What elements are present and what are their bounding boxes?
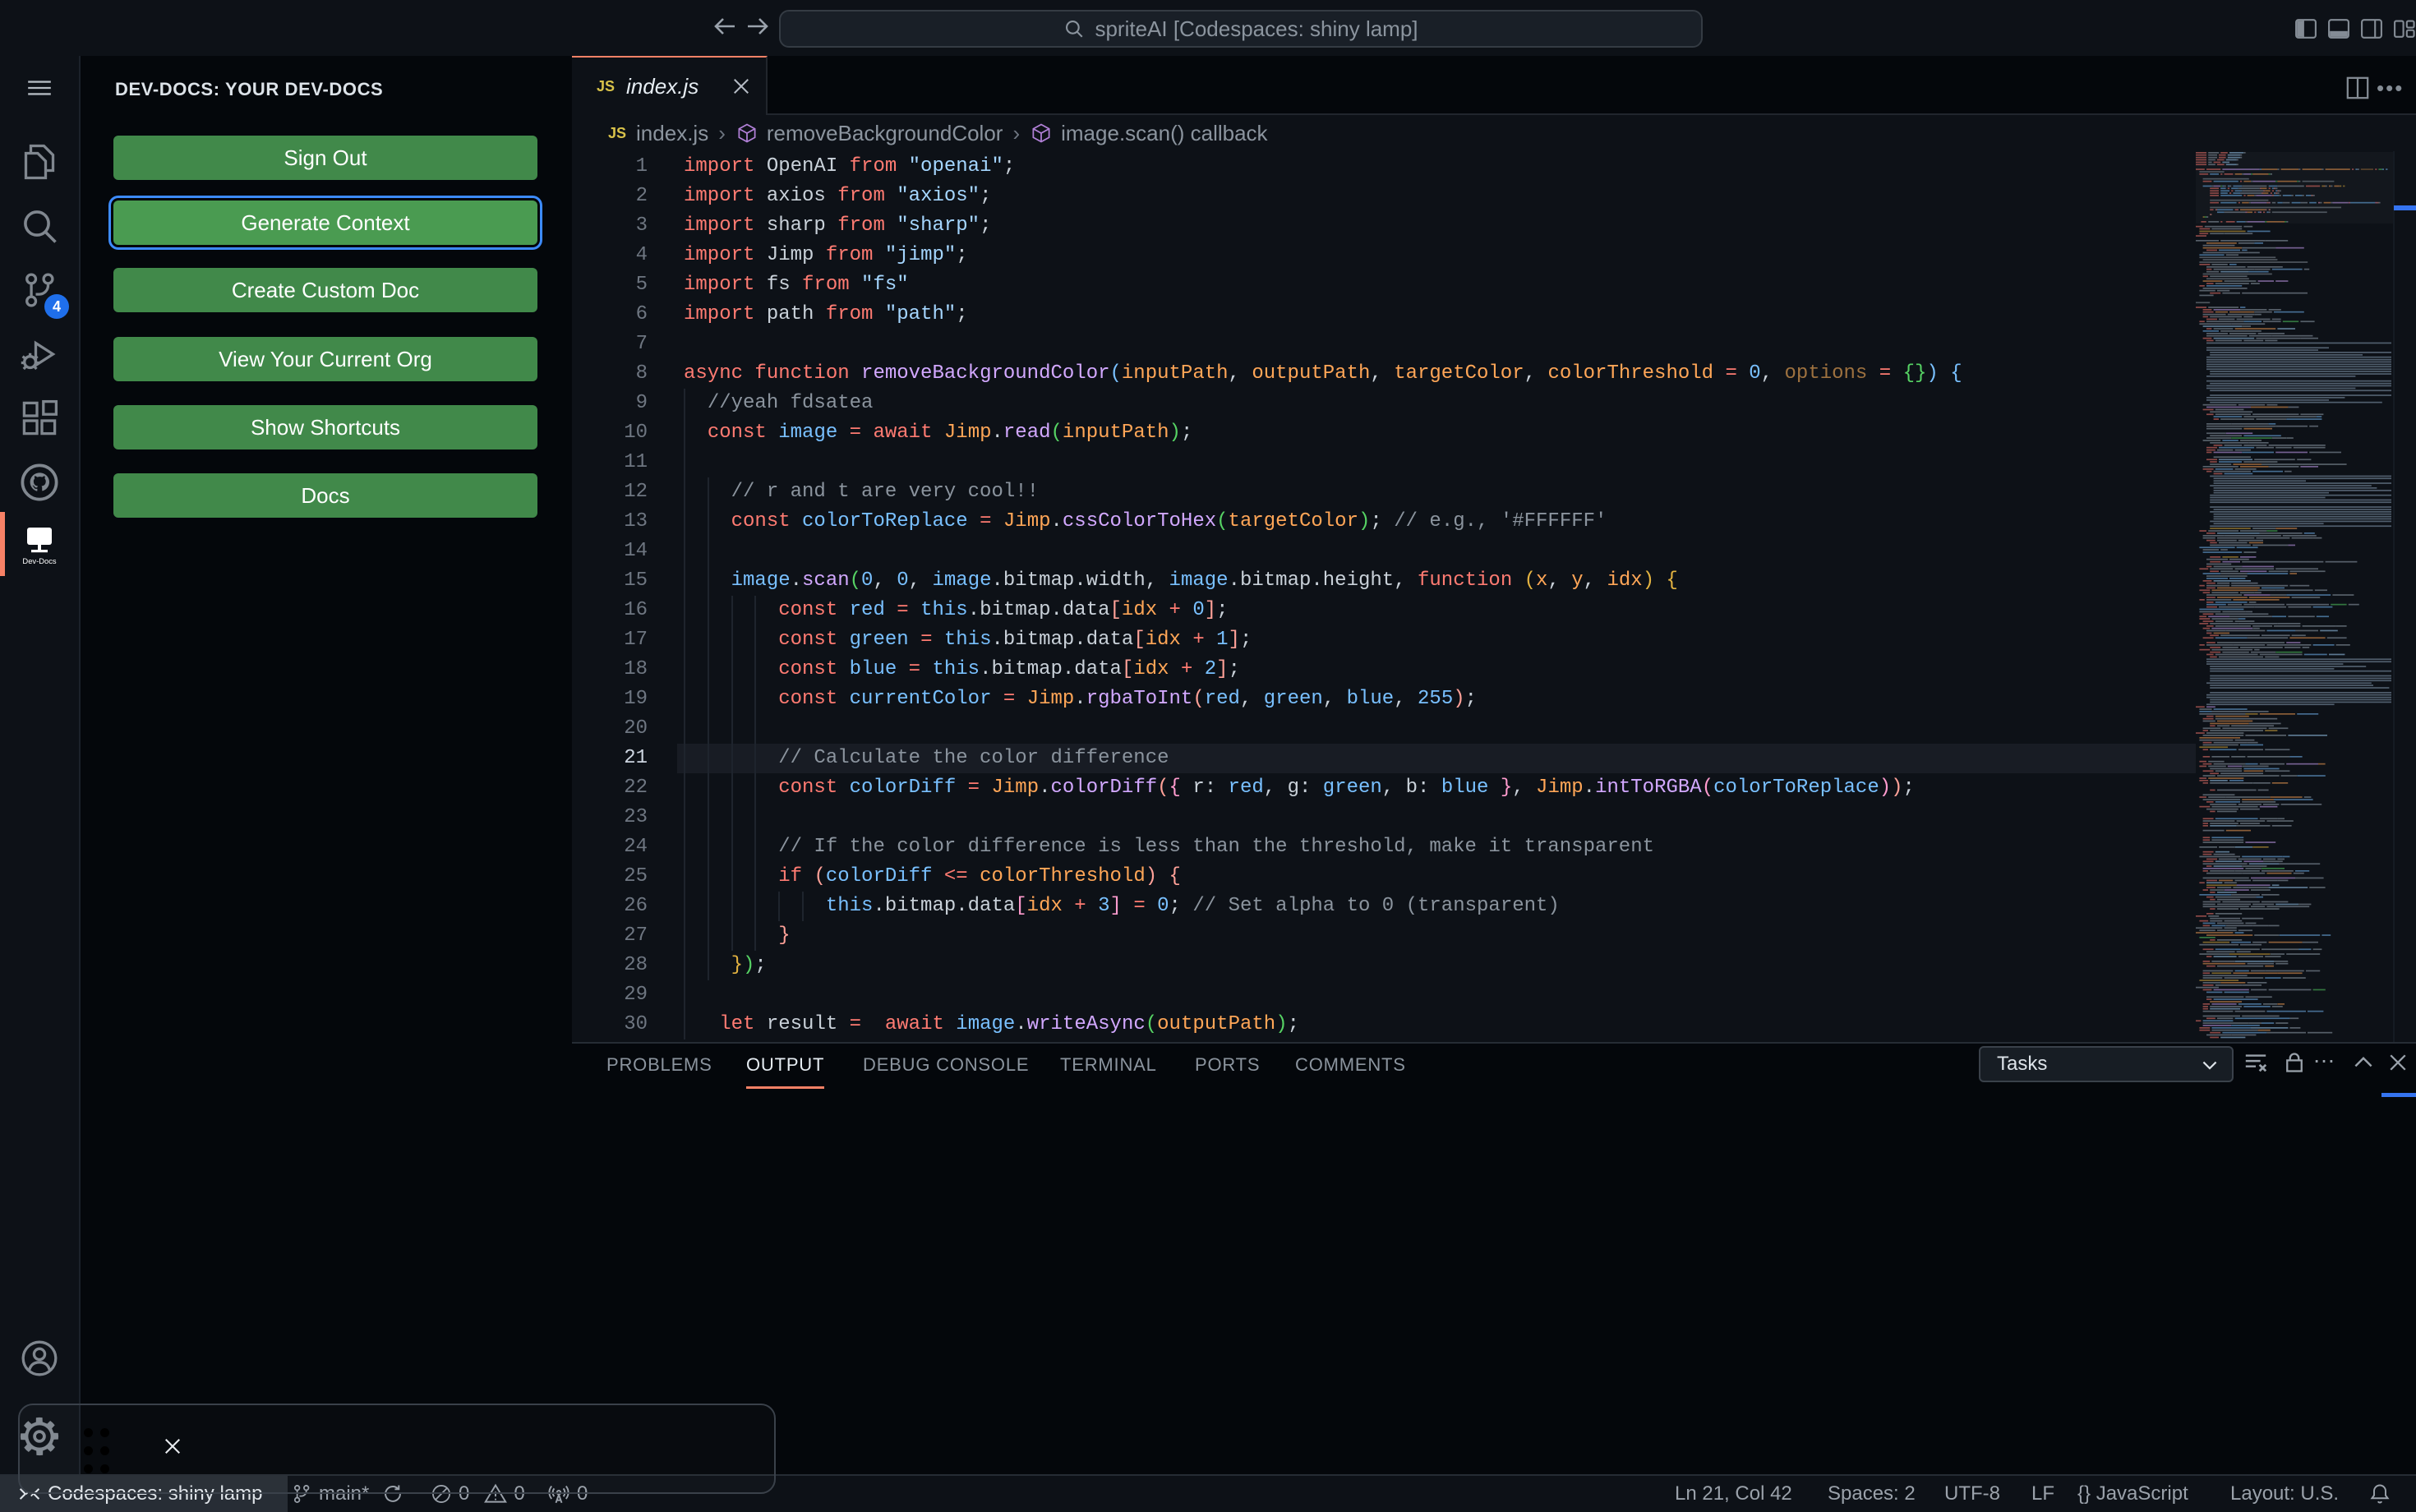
svg-text:Dev-Docs: Dev-Docs	[22, 556, 56, 565]
